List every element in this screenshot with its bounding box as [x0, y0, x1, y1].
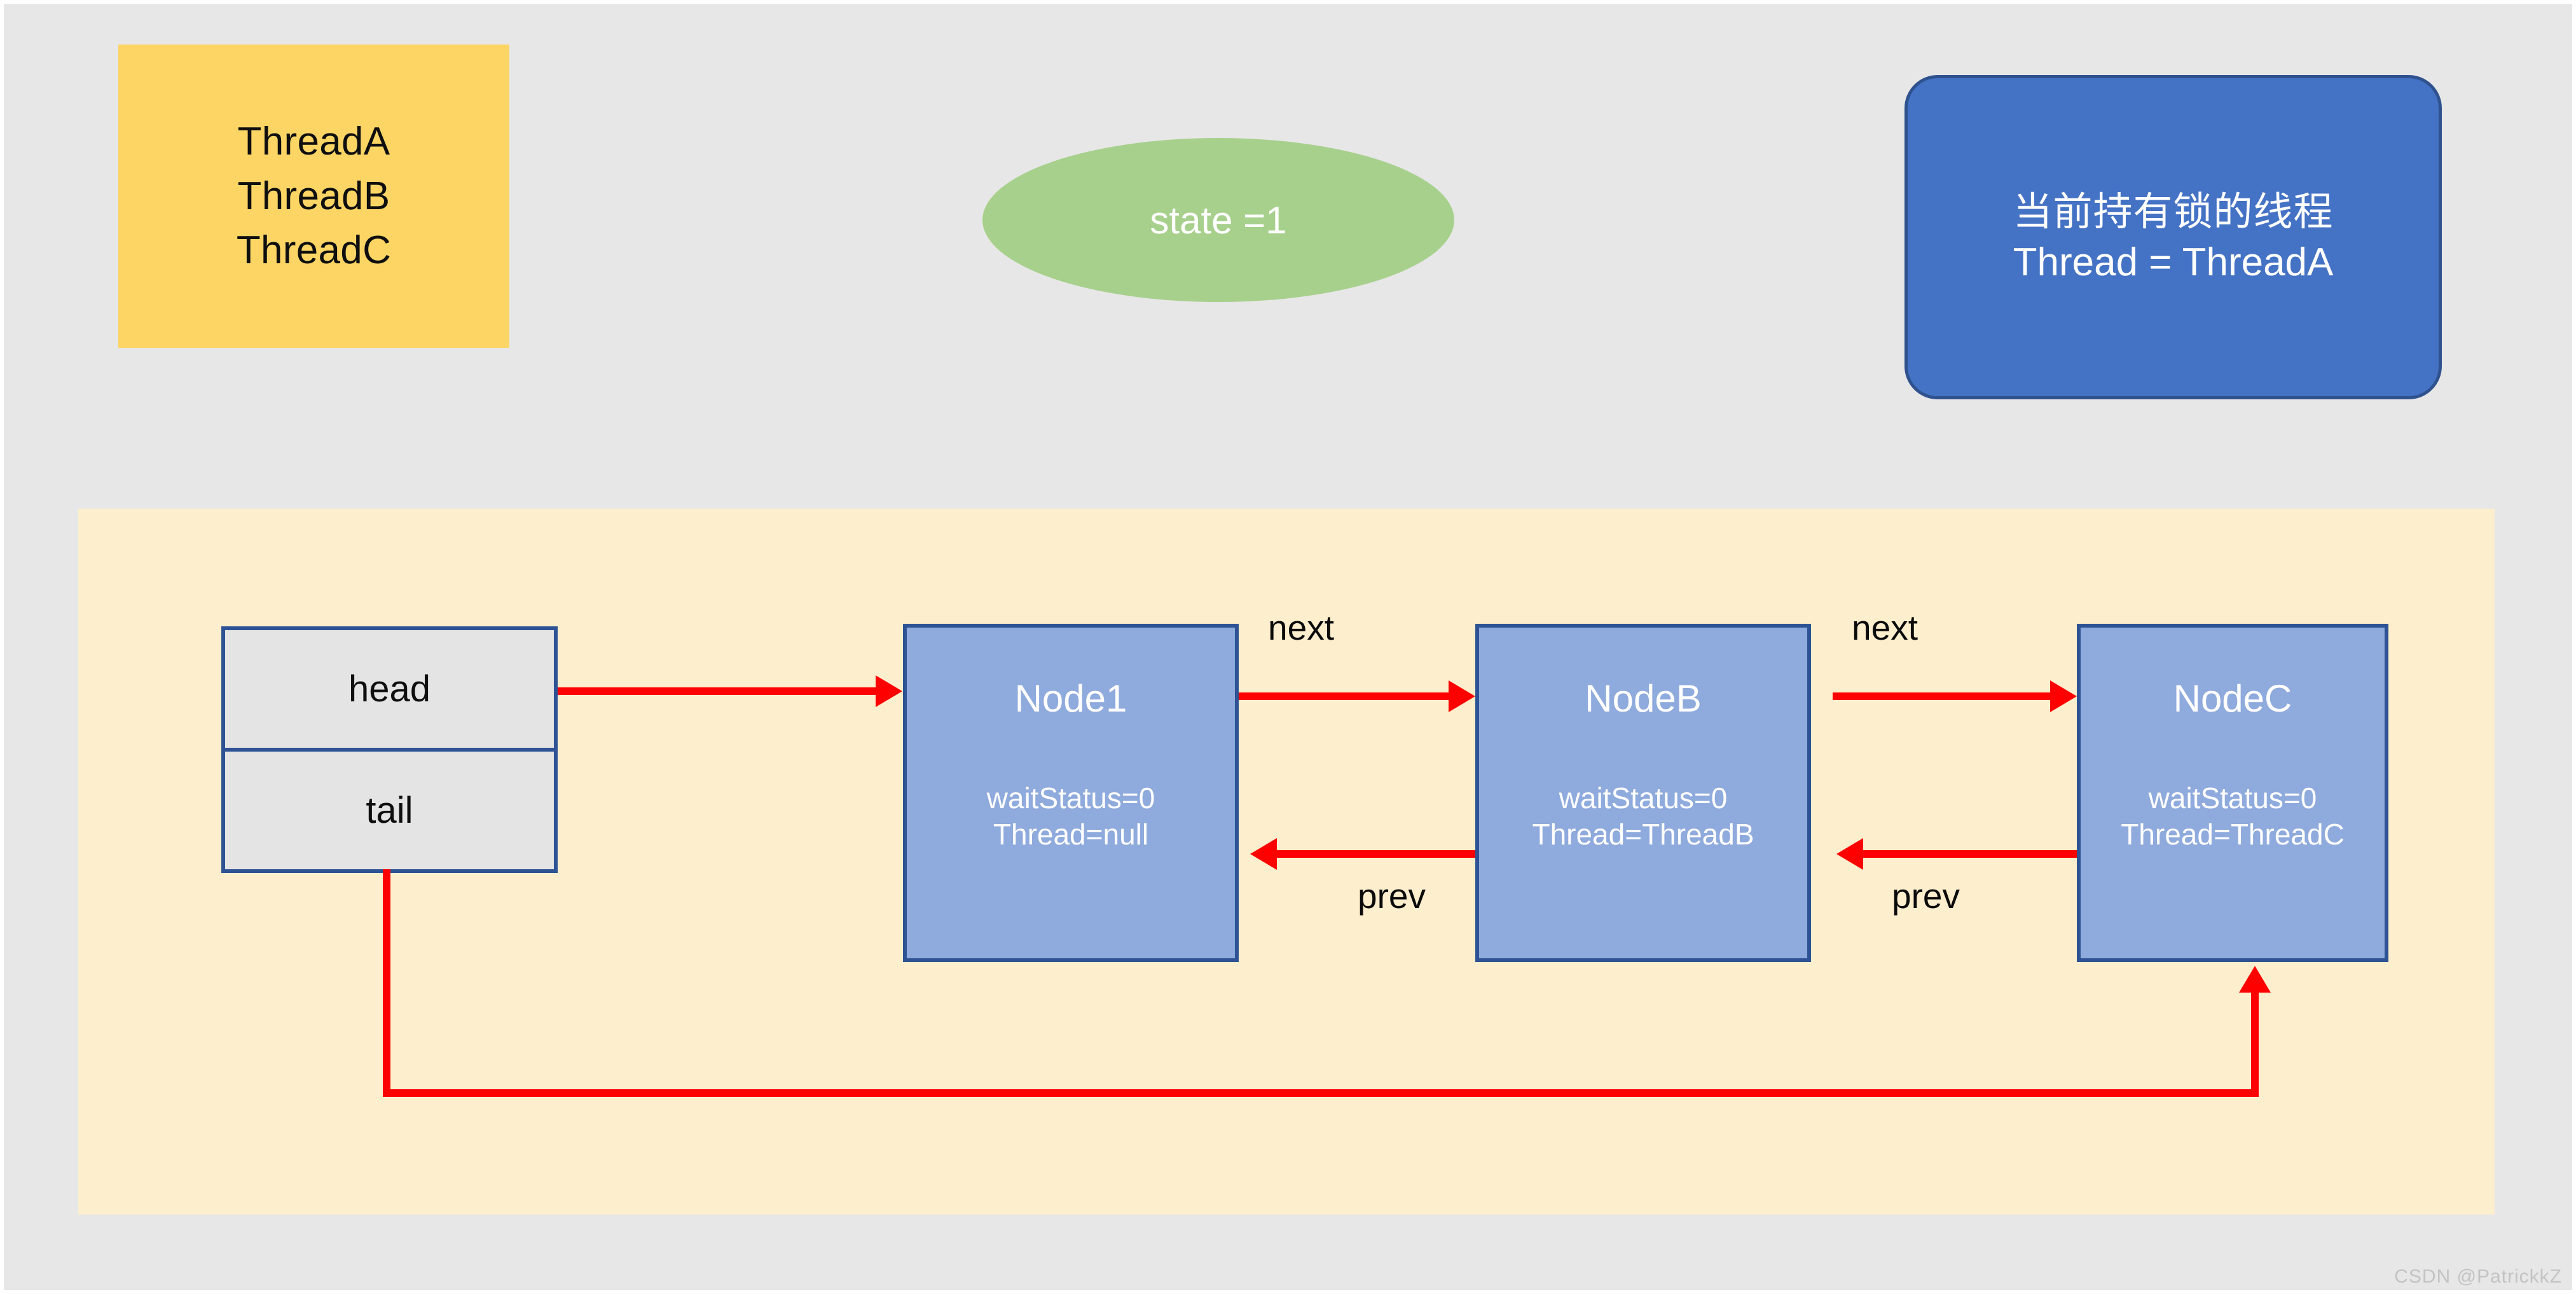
node1-waitstatus: waitStatus=0: [986, 781, 1155, 815]
canvas-frame-bottom: [0, 1290, 2576, 1294]
edge-label-next-2: next: [1852, 608, 1918, 647]
diagram-canvas: ThreadA ThreadB ThreadC state =1 当前持有锁的线…: [0, 0, 2576, 1294]
nodeb-waitstatus: waitStatus=0: [1559, 781, 1728, 815]
node1-next-arrowhead: [1449, 680, 1475, 712]
nodeb-thread: Thread=ThreadB: [1532, 817, 1754, 851]
edge-label-prev-1: prev: [1358, 876, 1426, 916]
nodeb-title: NodeB: [1585, 677, 1702, 720]
node1-meta: waitStatus=0 Thread=null: [907, 780, 1235, 852]
nodeb-next-line: [1833, 692, 2050, 700]
thread-list-item-a: ThreadA: [237, 120, 390, 164]
aqs-node-nodeb: NodeB waitStatus=0 Thread=ThreadB: [1475, 624, 1811, 962]
nodec-prev-arrowhead: [1836, 838, 1863, 870]
canvas-frame-right: [2572, 0, 2576, 1294]
head-to-node1-arrowhead: [876, 675, 902, 707]
nodeb-meta: waitStatus=0 Thread=ThreadB: [1479, 780, 1807, 852]
watermark: CSDN @PatrickkZ: [2394, 1266, 2562, 1287]
lock-owner-detail: Thread = ThreadA: [2013, 240, 2334, 284]
nodec-waitstatus: waitStatus=0: [2148, 781, 2317, 815]
tail-to-nodec-horizontal: [383, 1089, 2259, 1097]
nodeb-next-arrowhead: [2050, 680, 2077, 712]
nodec-title: NodeC: [2173, 677, 2292, 720]
state-bubble: state =1: [982, 138, 1454, 302]
canvas-frame-left: [0, 0, 4, 1294]
aqs-node-node1: Node1 waitStatus=0 Thread=null: [903, 624, 1239, 962]
nodec-meta: waitStatus=0 Thread=ThreadC: [2081, 780, 2385, 852]
edge-label-prev-2: prev: [1892, 876, 1960, 916]
tail-cell: tail: [366, 790, 413, 831]
lock-owner-box: 当前持有锁的线程 Thread = ThreadA: [1904, 75, 2442, 399]
node1-title: Node1: [1014, 677, 1127, 720]
nodeb-prev-arrowhead: [1250, 838, 1277, 870]
nodec-prev-line: [1863, 850, 2077, 858]
aqs-node-nodec: NodeC waitStatus=0 Thread=ThreadC: [2077, 624, 2388, 962]
tail-to-nodec-vertical-right: [2251, 993, 2259, 1093]
nodec-thread: Thread=ThreadC: [2121, 817, 2345, 851]
tail-to-nodec-vertical-left: [383, 869, 390, 1097]
nodeb-prev-line: [1277, 850, 1475, 858]
thread-list-item-b: ThreadB: [237, 174, 390, 218]
node1-thread: Thread=null: [993, 817, 1149, 851]
head-tail-box: head tail: [221, 626, 558, 873]
tail-to-nodec-arrowhead: [2239, 966, 2271, 993]
thread-list-item-c: ThreadC: [236, 228, 392, 273]
thread-list-box: ThreadA ThreadB ThreadC: [118, 45, 509, 348]
lock-owner-title: 当前持有锁的线程: [2013, 189, 2334, 234]
state-bubble-label: state =1: [1150, 198, 1287, 242]
head-to-node1-line: [558, 687, 876, 695]
canvas-frame-top: [0, 0, 2576, 4]
head-cell: head: [225, 630, 554, 752]
node1-next-line: [1239, 692, 1449, 700]
edge-label-next-1: next: [1268, 608, 1334, 647]
